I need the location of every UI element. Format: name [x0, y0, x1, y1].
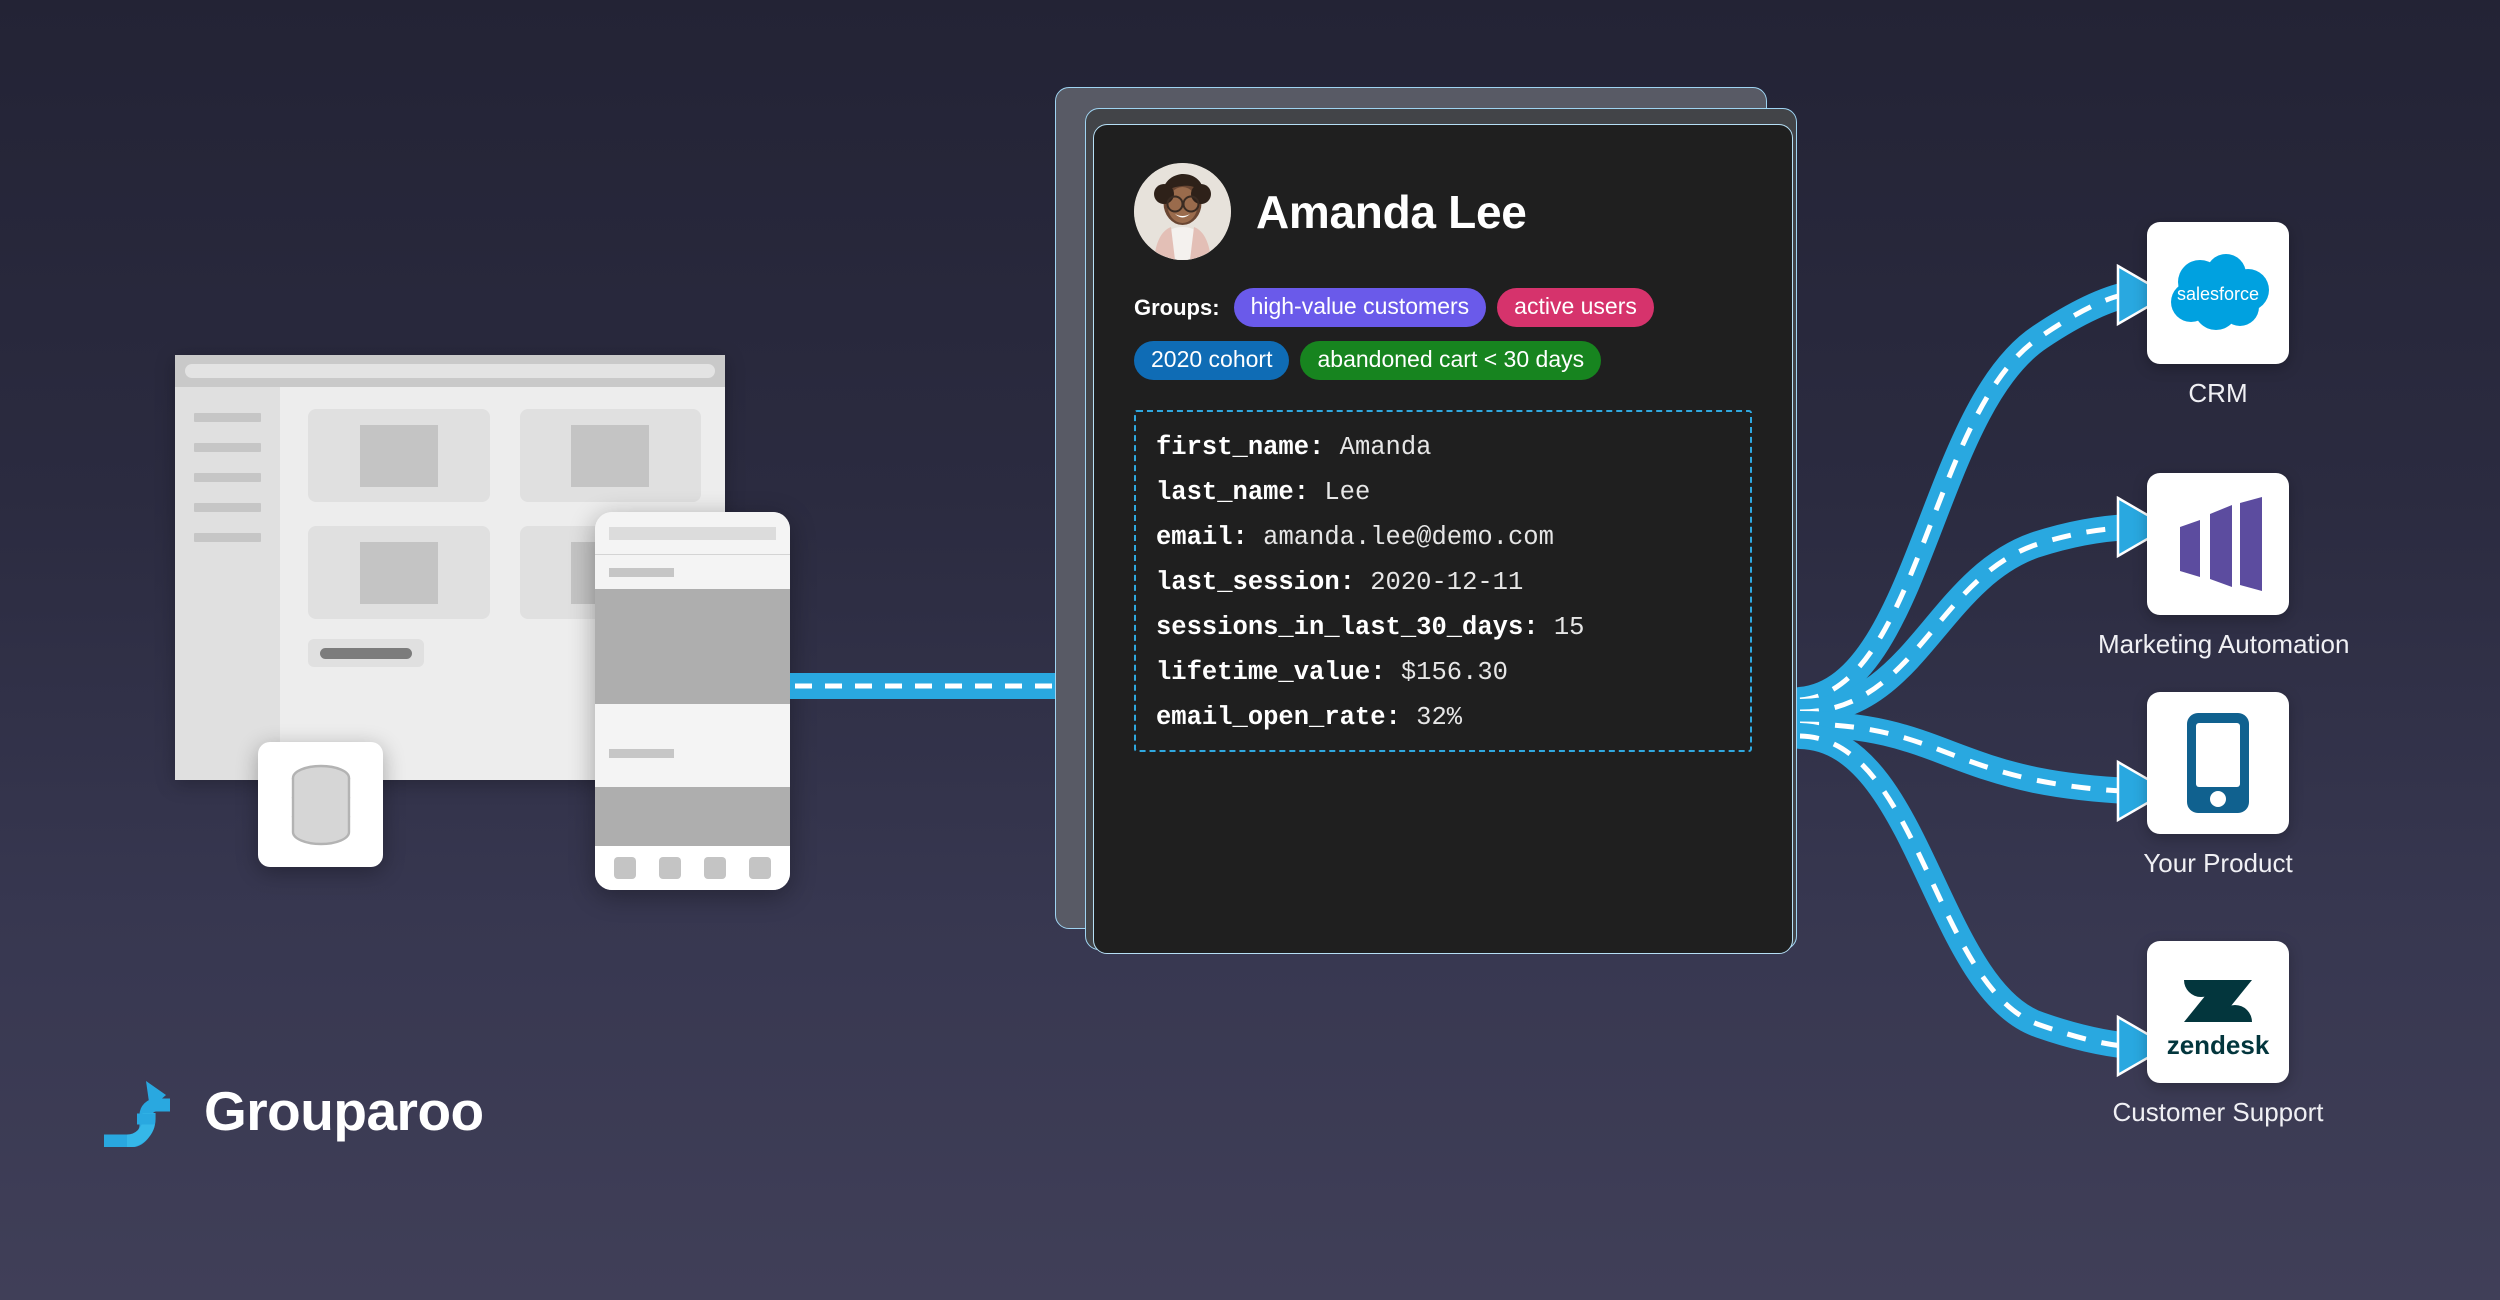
- destination-label: Marketing Automation: [2098, 629, 2350, 659]
- property-row: email_open_rate: 32%: [1156, 703, 1730, 732]
- property-key: last_name:: [1156, 478, 1310, 507]
- destination-logo-tile: [2147, 692, 2289, 834]
- property-row: sessions_in_last_30_days: 15: [1156, 613, 1730, 642]
- phone-section-label: [595, 555, 790, 589]
- property-row: first_name: Amanda: [1156, 433, 1730, 462]
- property-value: $156.30: [1400, 658, 1508, 687]
- destination-your-product[interactable]: Your Product: [2098, 692, 2338, 879]
- group-badge[interactable]: 2020 cohort: [1134, 341, 1290, 380]
- brand-logo: Grouparoo: [100, 1075, 484, 1147]
- phone-image-block: [595, 787, 790, 849]
- property-key: first_name:: [1156, 433, 1325, 462]
- destination-logo-tile: [2147, 473, 2289, 615]
- property-row: lifetime_value: $156.30: [1156, 658, 1730, 687]
- property-key: lifetime_value:: [1156, 658, 1386, 687]
- destination-label: Your Product: [2143, 848, 2293, 878]
- destination-crm[interactable]: salesforce CRM: [2098, 222, 2338, 409]
- profile-header: Amanda Lee: [1134, 163, 1752, 260]
- profile-card[interactable]: Amanda Lee Groups: high-value customers …: [1093, 124, 1793, 954]
- zendesk-wordmark: zendesk: [2167, 1030, 2270, 1060]
- sidebar-placeholder-line: [194, 503, 261, 512]
- property-key: email_open_rate:: [1156, 703, 1401, 732]
- browser-url-bar: [185, 364, 715, 378]
- groups-label: Groups:: [1134, 294, 1220, 320]
- property-key: sessions_in_last_30_days:: [1156, 613, 1539, 642]
- phone-header: [595, 512, 790, 554]
- brand-wordmark: Grouparoo: [204, 1080, 484, 1142]
- grouparoo-kangaroo-g-icon: [104, 1081, 170, 1147]
- browser-sidebar: [175, 387, 280, 780]
- salesforce-wordmark: salesforce: [2177, 284, 2259, 304]
- destination-logo-tile: zendesk: [2147, 941, 2289, 1083]
- property-row: last_name: Lee: [1156, 478, 1730, 507]
- placeholder-card: [519, 409, 701, 502]
- sidebar-placeholder-line: [194, 533, 261, 542]
- placeholder-card: [308, 409, 490, 502]
- property-value: 32%: [1416, 703, 1463, 732]
- destination-label: CRM: [2188, 378, 2248, 408]
- phone-tab-icon: [659, 857, 682, 879]
- sidebar-placeholder-line: [194, 413, 261, 422]
- destination-marketing-automation[interactable]: Marketing Automation: [2098, 473, 2350, 660]
- mobile-device-icon: [2187, 713, 2249, 813]
- zendesk-icon: zendesk: [2167, 980, 2270, 1060]
- data-sources-group: [0, 0, 860, 1000]
- diagram-canvas: Amanda Lee Groups: high-value customers …: [0, 0, 2500, 1300]
- property-value: 2020-12-11: [1370, 568, 1524, 597]
- phone-tab-icon: [703, 857, 726, 879]
- marketo-panels-icon: [2180, 497, 2262, 591]
- salesforce-cloud-icon: salesforce: [2171, 254, 2269, 330]
- property-row: email: amanda.lee@demo.com: [1156, 523, 1730, 552]
- property-value: amanda.lee@demo.com: [1263, 523, 1554, 552]
- placeholder-card: [308, 526, 490, 619]
- phone-section-label: [595, 704, 790, 787]
- avatar: [1134, 163, 1231, 260]
- sidebar-placeholder-line: [194, 443, 261, 452]
- property-value: Lee: [1324, 478, 1371, 507]
- mobile-phone-wireframe: [595, 512, 790, 890]
- destination-label: Customer Support: [2112, 1097, 2324, 1127]
- group-badge[interactable]: active users: [1497, 288, 1654, 327]
- property-value: Amanda: [1339, 433, 1432, 462]
- phone-tab-icon: [748, 857, 771, 879]
- page-title: Amanda Lee: [1256, 185, 1527, 238]
- groups-row-1: Groups: high-value customers active user…: [1134, 288, 1752, 327]
- group-badge[interactable]: high-value customers: [1233, 288, 1487, 327]
- sidebar-placeholder-line: [194, 473, 261, 482]
- phone-tab-icon: [614, 857, 637, 879]
- property-key: email:: [1156, 523, 1248, 552]
- property-value: 15: [1553, 613, 1585, 642]
- destination-customer-support[interactable]: zendesk Customer Support: [2098, 941, 2338, 1128]
- browser-chrome: [175, 355, 725, 387]
- profile-properties-box: first_name: Amanda last_name: Lee email:…: [1134, 410, 1752, 752]
- database-source-tile: [258, 742, 383, 867]
- groups-row-2: 2020 cohort abandoned cart < 30 days: [1134, 341, 1752, 380]
- destination-logo-tile: salesforce: [2147, 222, 2289, 364]
- group-badge[interactable]: abandoned cart < 30 days: [1300, 341, 1602, 380]
- property-row: last_session: 2020-12-11: [1156, 568, 1730, 597]
- placeholder-button: [308, 639, 424, 667]
- user-photo-avatar: [1134, 163, 1231, 260]
- property-key: last_session:: [1156, 568, 1355, 597]
- phone-tab-bar: [595, 846, 790, 890]
- phone-image-block: [595, 589, 790, 704]
- database-cylinder-icon: [291, 764, 350, 845]
